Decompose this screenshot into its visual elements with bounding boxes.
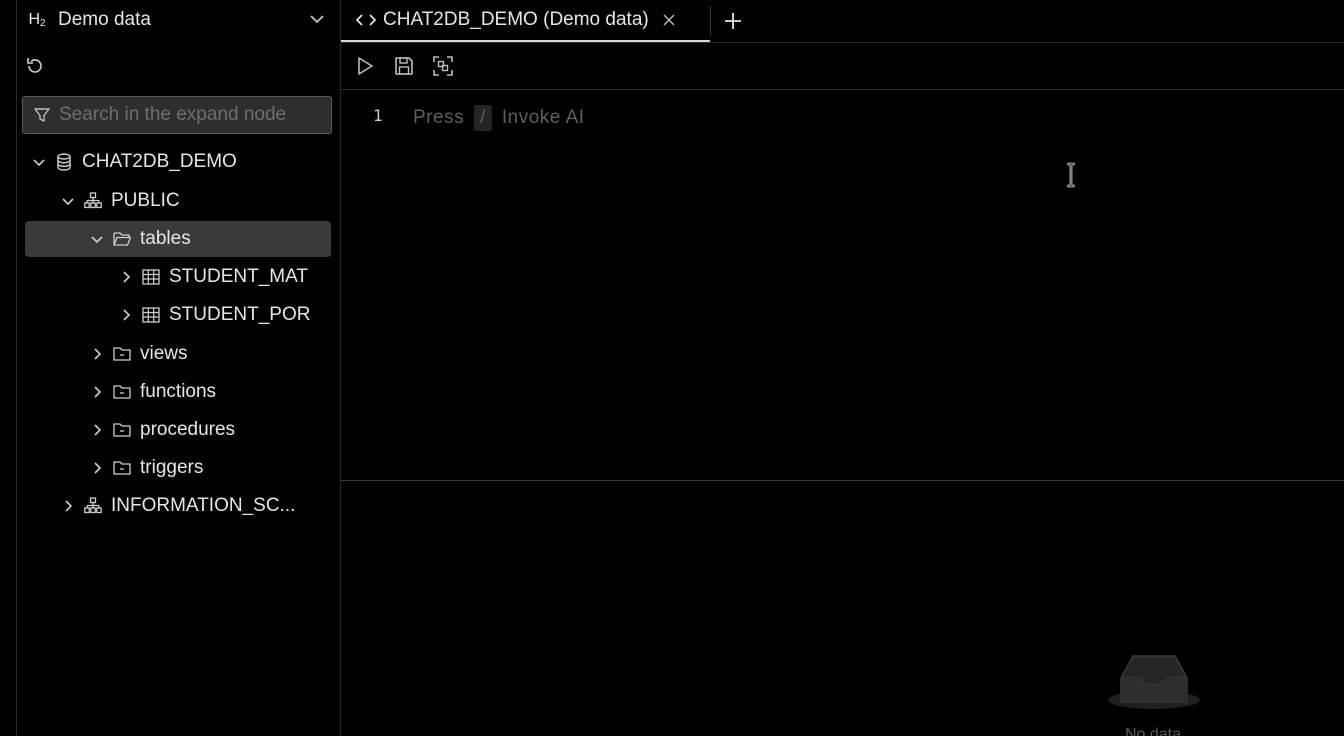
tab-label: CHAT2DB_DEMO (Demo data): [383, 9, 649, 30]
tree-node-label: STUDENT_MAT: [169, 266, 308, 287]
table-icon: [142, 269, 160, 285]
tree-node-database[interactable]: CHAT2DB_DEMO: [30, 144, 237, 180]
hint-prefix: Press: [413, 107, 465, 128]
tree-search-input[interactable]: [57, 103, 323, 127]
empty-state-text: No data: [1124, 726, 1182, 736]
tree-node-label: views: [140, 343, 188, 364]
tree-node-label: PUBLIC: [111, 190, 180, 211]
chevron-right-icon[interactable]: [88, 459, 106, 477]
chevron-down-icon[interactable]: [59, 192, 77, 210]
folder-icon: [113, 423, 131, 437]
editor-tab-bar: CHAT2DB_DEMO (Demo data): [341, 0, 1344, 43]
sidebar: H2 Demo data CHAT2DB_DEMO: [16, 0, 341, 736]
results-panel: No data: [341, 482, 1344, 736]
tree-node-functions[interactable]: functions: [88, 374, 216, 410]
schema-icon: [84, 192, 102, 209]
filter-icon: [34, 108, 50, 122]
tab-chat2db-demo[interactable]: CHAT2DB_DEMO (Demo data): [341, 0, 710, 42]
code-icon: [355, 14, 377, 26]
tree-node-tables[interactable]: tables: [25, 221, 331, 257]
play-icon[interactable]: [354, 55, 376, 77]
chevron-down-icon[interactable]: [88, 230, 106, 248]
database-icon: [57, 153, 71, 171]
app-window: H2 Demo data CHAT2DB_DEMO: [0, 0, 1344, 736]
close-icon[interactable]: [661, 12, 677, 28]
schema-icon: [84, 497, 102, 514]
tree-node-label: functions: [140, 381, 217, 402]
table-icon: [142, 307, 160, 323]
save-icon[interactable]: [393, 55, 415, 77]
sql-editor[interactable]: 1 Press / Invoke AI: [341, 90, 1344, 481]
editor-toolbar: [341, 43, 1344, 90]
tree-node-label: procedures: [140, 419, 236, 440]
tree-search-box[interactable]: [22, 96, 332, 134]
chevron-right-icon[interactable]: [117, 306, 135, 324]
chevron-right-icon[interactable]: [88, 421, 106, 439]
tree-node-label: INFORMATION_SC...: [111, 495, 296, 516]
hint-suffix: Invoke AI: [501, 107, 585, 128]
chevron-right-icon[interactable]: [88, 383, 106, 401]
tree-node-label: STUDENT_POR: [169, 304, 311, 325]
tree-node-views[interactable]: views: [88, 336, 188, 372]
tree-node-table-student-mat[interactable]: STUDENT_MAT: [117, 259, 308, 295]
refresh-icon[interactable]: [24, 55, 46, 77]
chevron-down-icon[interactable]: [30, 153, 48, 171]
database-selector-label: Demo data: [58, 9, 151, 30]
empty-inbox-icon: [1108, 655, 1200, 709]
chevron-right-icon[interactable]: [59, 497, 77, 515]
plus-icon[interactable]: [721, 9, 745, 33]
hint-shortcut-key: /: [474, 105, 492, 131]
tree-node-procedures[interactable]: procedures: [88, 412, 235, 448]
ai-hint-placeholder: Press / Invoke AI: [413, 105, 585, 131]
tab-separator: [710, 6, 711, 36]
chevron-down-icon: [310, 15, 324, 24]
format-icon[interactable]: [432, 55, 454, 77]
tree-node-schema-information[interactable]: INFORMATION_SC...: [59, 488, 295, 524]
tree-node-table-student-por[interactable]: STUDENT_POR: [117, 297, 310, 333]
line-number: 1: [373, 106, 383, 125]
folder-open-icon: [113, 232, 132, 246]
tree-node-triggers[interactable]: triggers: [88, 450, 203, 486]
chevron-right-icon[interactable]: [88, 345, 106, 363]
tree-node-label: CHAT2DB_DEMO: [82, 151, 237, 172]
h2-database-icon: H2: [28, 11, 46, 29]
tree-node-label: tables: [140, 228, 191, 249]
folder-icon: [113, 347, 131, 361]
database-selector[interactable]: H2 Demo data: [16, 0, 340, 40]
activity-bar: [0, 0, 17, 736]
chevron-right-icon[interactable]: [117, 268, 135, 286]
tree-node-schema-public[interactable]: PUBLIC: [59, 183, 180, 219]
folder-icon: [113, 385, 131, 399]
folder-icon: [113, 461, 131, 475]
tree-node-label: triggers: [140, 457, 204, 478]
text-cursor-icon: [1067, 162, 1075, 188]
